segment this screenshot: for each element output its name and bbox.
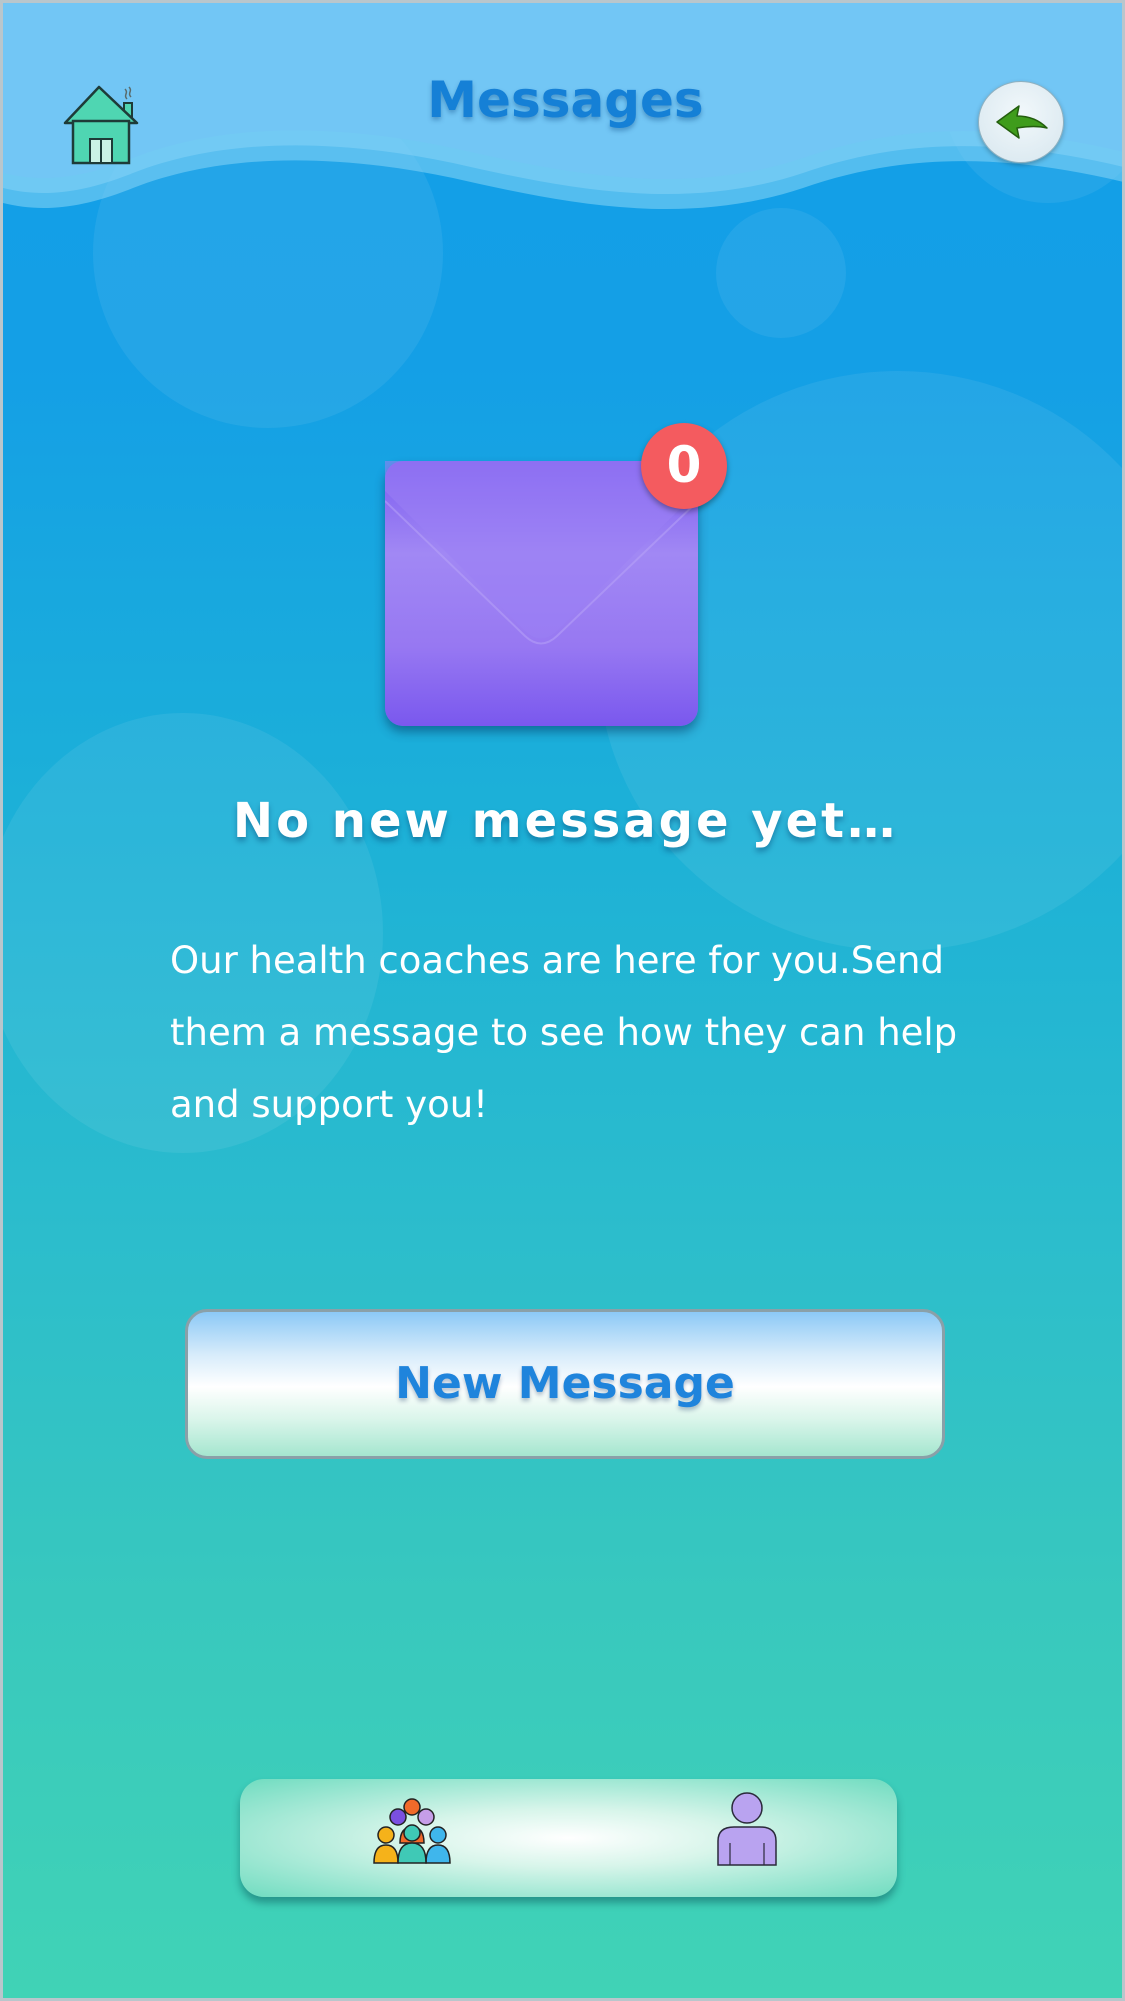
tab-profile[interactable] [716,1791,778,1867]
header-wave [3,3,1122,209]
back-button[interactable] [978,81,1064,163]
page-title: Messages [427,71,704,129]
bottom-tab-bar [240,1779,897,1897]
messages-screen: Messages 0 No new message yet… Our healt… [0,0,1125,2001]
community-icon [373,1798,451,1864]
envelope-icon [385,461,698,645]
profile-icon [717,1792,777,1866]
back-arrow-icon [996,105,1048,139]
new-message-button[interactable]: New Message [185,1309,945,1459]
envelope-illustration [385,461,698,726]
home-icon [63,85,139,165]
tab-community[interactable] [370,1797,454,1865]
empty-state-description: Our health coaches are here for you.Send… [170,939,958,1126]
home-button[interactable] [61,75,141,171]
unread-count-badge: 0 [641,423,727,509]
empty-state-title: No new message yet… [232,793,899,849]
